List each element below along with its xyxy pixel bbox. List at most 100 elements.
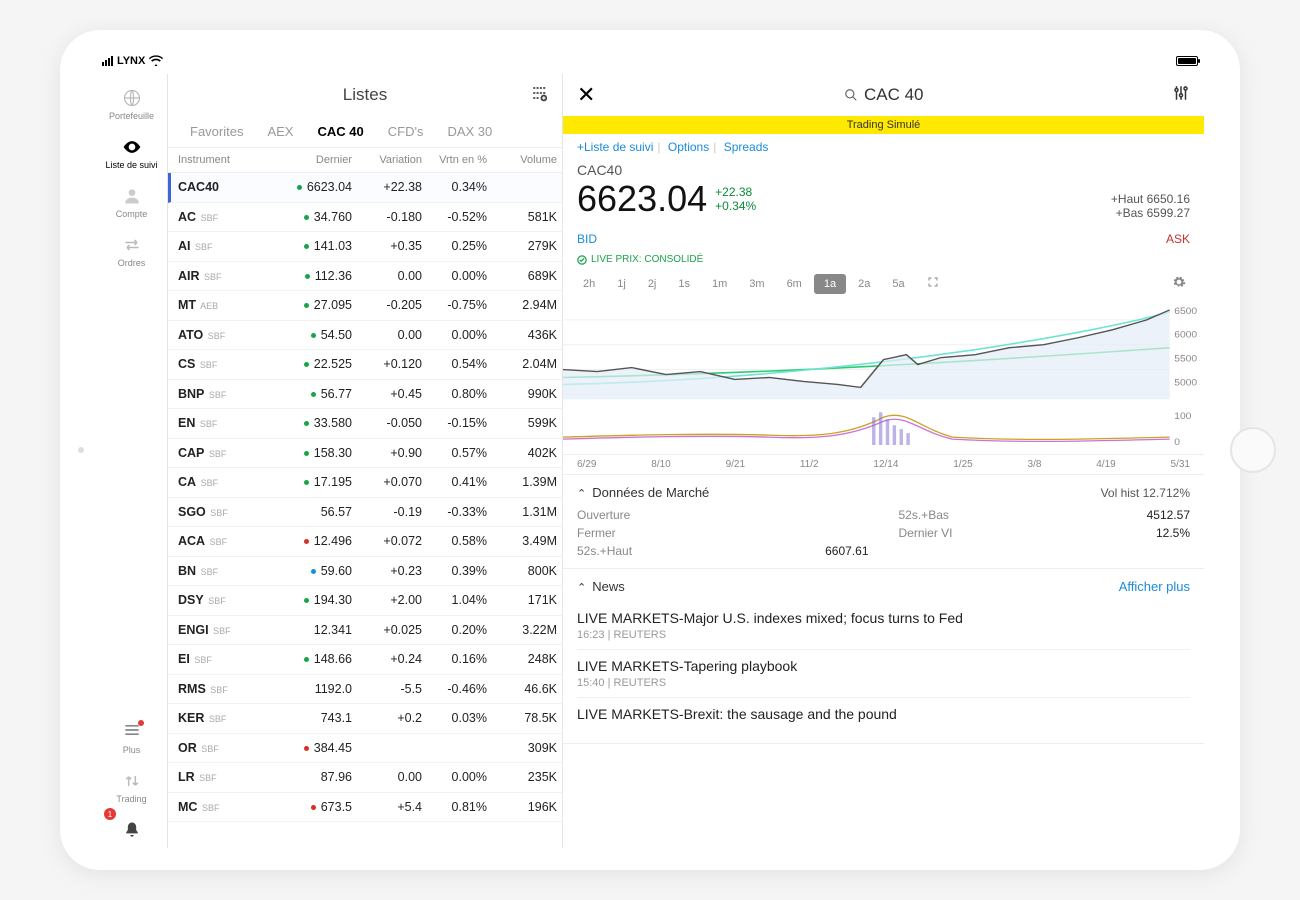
instrument-row[interactable]: RMS SBF1192.0-5.5-0.46%46.6K: [168, 675, 562, 705]
alert-badge: 1: [104, 808, 116, 820]
instrument-row[interactable]: CAC406623.04+22.380.34%: [168, 173, 562, 203]
news-section: ⌄News Afficher plus LIVE MARKETS-Major U…: [563, 569, 1204, 744]
simulated-banner: Trading Simulé: [563, 116, 1204, 134]
detail-panel: ✕ CAC 40 Trading Simulé +Liste de suivi|…: [563, 74, 1204, 848]
range-tab[interactable]: 2a: [848, 274, 880, 294]
column-headers: Instrument Dernier Variation Vrtn en % V…: [168, 148, 562, 173]
spreads-link[interactable]: Spreads: [724, 140, 769, 154]
detail-search[interactable]: CAC 40: [844, 85, 924, 105]
instrument-row[interactable]: AIR SBF112.360.000.00%689K: [168, 262, 562, 292]
list-tab[interactable]: Favorites: [178, 116, 255, 147]
instrument-row[interactable]: KER SBF743.1+0.20.03%78.5K: [168, 704, 562, 734]
instrument-row[interactable]: SGO SBF56.57-0.19-0.33%1.31M: [168, 498, 562, 528]
settings-button[interactable]: [1172, 84, 1190, 107]
list-tab[interactable]: CAC 40: [305, 116, 375, 147]
range-tab[interactable]: 1j: [607, 274, 636, 294]
bid-label[interactable]: BID: [577, 232, 597, 246]
low-52w: 4512.57: [1147, 508, 1190, 522]
tablet-frame: LYNX Portefeuille Liste de suivi Compte: [60, 30, 1240, 870]
news-item[interactable]: LIVE MARKETS-Brexit: the sausage and the…: [577, 697, 1190, 733]
side-rail: Portefeuille Liste de suivi Compte Ordre…: [96, 74, 168, 848]
instrument-row[interactable]: BN SBF59.60+0.230.39%800K: [168, 557, 562, 587]
svg-text:100: 100: [1174, 412, 1191, 422]
news-item[interactable]: LIVE MARKETS-Tapering playbook15:40 | RE…: [577, 649, 1190, 697]
last-vi: 12.5%: [1156, 526, 1190, 540]
watchlist-tabs: FavoritesAEXCAC 40CFD'sDAX 30: [168, 116, 562, 148]
news-toggle[interactable]: ⌄News: [577, 579, 625, 594]
ask-label[interactable]: ASK: [1166, 232, 1190, 246]
instrument-row[interactable]: MC SBF673.5+5.40.81%196K: [168, 793, 562, 823]
instrument-row[interactable]: AC SBF34.760-0.180-0.52%581K: [168, 203, 562, 233]
range-tab[interactable]: 2h: [573, 274, 605, 294]
instrument-row[interactable]: MT AEB27.095-0.205-0.75%2.94M: [168, 291, 562, 321]
live-status: LIVE PRIX: CONSOLIDÉ: [591, 254, 703, 265]
options-link[interactable]: Options: [668, 140, 709, 154]
range-tab[interactable]: 2j: [638, 274, 667, 294]
quote-symbol: CAC40: [577, 162, 1190, 178]
instrument-rows: CAC406623.04+22.380.34%AC SBF34.760-0.18…: [168, 173, 562, 848]
watchlist-panel: Listes FavoritesAEXCAC 40CFD'sDAX 30 Ins…: [168, 74, 563, 848]
add-list-button[interactable]: [528, 84, 548, 107]
updown-icon: [122, 771, 142, 791]
nav-trading[interactable]: Trading: [96, 763, 167, 812]
quote-price: 6623.04: [577, 178, 707, 220]
svg-text:5000: 5000: [1174, 378, 1197, 388]
day-high: 6650.16: [1147, 192, 1190, 206]
range-tab[interactable]: 6m: [777, 274, 812, 294]
instrument-row[interactable]: CS SBF22.525+0.1200.54%2.04M: [168, 350, 562, 380]
range-tab[interactable]: 3m: [739, 274, 774, 294]
instrument-row[interactable]: LR SBF87.960.000.00%235K: [168, 763, 562, 793]
market-data-toggle[interactable]: ⌄Données de Marché: [577, 485, 709, 500]
bell-icon: [122, 820, 142, 840]
range-tab[interactable]: 5a: [882, 274, 914, 294]
instrument-row[interactable]: ENGI SBF12.341+0.0250.20%3.22M: [168, 616, 562, 646]
range-tab[interactable]: 1m: [702, 274, 737, 294]
price-chart[interactable]: 6500600055005000 1000: [563, 300, 1204, 455]
nav-alerts[interactable]: 1: [96, 812, 167, 848]
eye-icon: [122, 137, 142, 157]
check-icon: [577, 255, 587, 265]
status-bar: LYNX: [96, 52, 1204, 70]
close-button[interactable]: ✕: [577, 82, 595, 108]
svg-text:5500: 5500: [1174, 354, 1197, 364]
user-icon: [122, 186, 142, 206]
nav-more[interactable]: Plus: [96, 712, 167, 763]
news-item[interactable]: LIVE MARKETS-Major U.S. indexes mixed; f…: [577, 602, 1190, 649]
nav-watchlist[interactable]: Liste de suivi: [96, 129, 167, 178]
list-tab[interactable]: DAX 30: [435, 116, 504, 147]
list-tab[interactable]: AEX: [255, 116, 305, 147]
news-more-link[interactable]: Afficher plus: [1119, 579, 1190, 594]
nav-account[interactable]: Compte: [96, 178, 167, 227]
add-watchlist-link[interactable]: +Liste de suivi: [577, 140, 653, 154]
range-tab[interactable]: 1s: [668, 274, 700, 294]
instrument-row[interactable]: ATO SBF54.500.000.00%436K: [168, 321, 562, 351]
range-tab[interactable]: 1a: [814, 274, 846, 294]
instrument-row[interactable]: AI SBF141.03+0.350.25%279K: [168, 232, 562, 262]
instrument-row[interactable]: EN SBF33.580-0.050-0.15%599K: [168, 409, 562, 439]
chevron-up-icon: ⌄: [577, 486, 586, 499]
detail-tabs: +Liste de suivi| Options| Spreads: [563, 134, 1204, 160]
home-button[interactable]: [1230, 427, 1276, 473]
svg-text:6500: 6500: [1174, 306, 1197, 316]
chart-settings[interactable]: [1164, 271, 1194, 296]
panel-title: Listes: [343, 85, 387, 105]
vol-hist: 12.712%: [1143, 486, 1190, 500]
nav-orders[interactable]: Ordres: [96, 227, 167, 276]
instrument-row[interactable]: EI SBF148.66+0.240.16%248K: [168, 645, 562, 675]
nav-portfolio[interactable]: Portefeuille: [96, 80, 167, 129]
quote-change-pct: +0.34%: [715, 199, 756, 213]
chart-range-tabs: 2h1j2j1s1m3m6m1a2a5a: [563, 267, 1204, 300]
instrument-row[interactable]: DSY SBF194.30+2.001.04%171K: [168, 586, 562, 616]
chevron-up-icon: ⌄: [577, 580, 586, 593]
quote-change-abs: +22.38: [715, 185, 756, 199]
fullscreen-icon[interactable]: [917, 272, 949, 295]
instrument-row[interactable]: OR SBF384.45309K: [168, 734, 562, 764]
svg-text:6000: 6000: [1174, 330, 1197, 340]
instrument-row[interactable]: BNP SBF56.77+0.450.80%990K: [168, 380, 562, 410]
market-data-section: ⌄Données de Marché Vol hist 12.712% Ouve…: [563, 475, 1204, 569]
instrument-row[interactable]: CAP SBF158.30+0.900.57%402K: [168, 439, 562, 469]
signal-icon: [102, 56, 113, 66]
instrument-row[interactable]: ACA SBF12.496+0.0720.58%3.49M: [168, 527, 562, 557]
instrument-row[interactable]: CA SBF17.195+0.0700.41%1.39M: [168, 468, 562, 498]
list-tab[interactable]: CFD's: [376, 116, 436, 147]
